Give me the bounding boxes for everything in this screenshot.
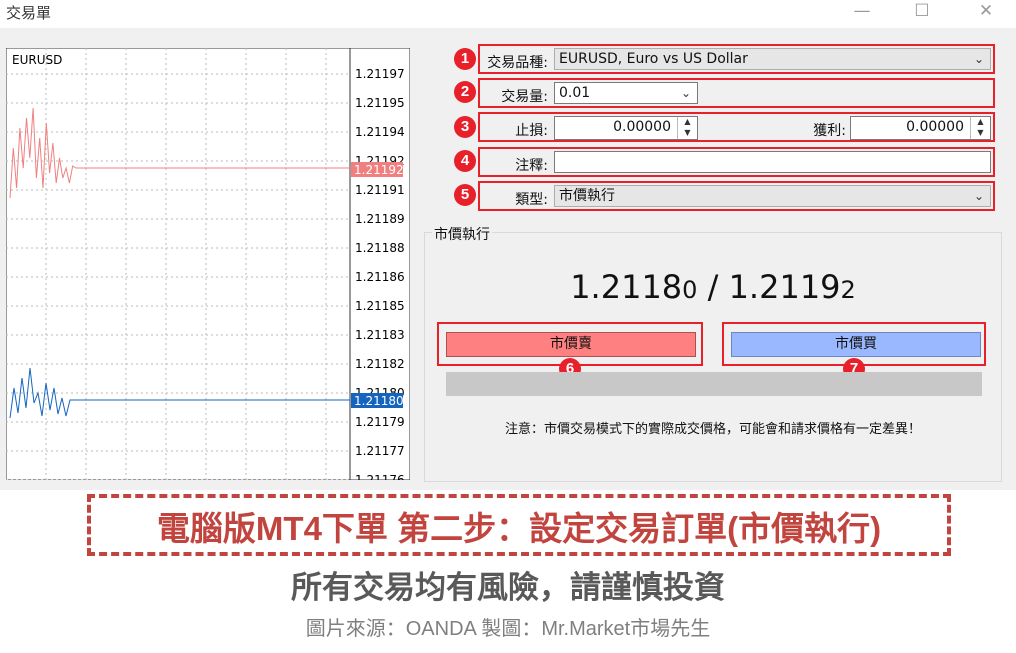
price-tick-label: 1.21186 — [355, 270, 405, 284]
price-tick-label: 1.21176 — [355, 473, 405, 480]
stop-loss-value: 0.00000 — [613, 119, 671, 135]
price-axis: 1.21197 1.21195 1.21194 1.21192 1.21191 1.211… — [355, 67, 405, 480]
price-tick-label: 1.21185 — [355, 299, 405, 313]
ask-quote-main: 1.2119 — [728, 268, 841, 306]
caption-title: 電腦版MT4下單 第二步：設定交易訂單(市價執行) — [156, 510, 882, 547]
maximize-button[interactable]: ☐ — [902, 0, 942, 24]
market-sell-button[interactable]: 市價賣 — [446, 332, 696, 357]
market-buy-button[interactable]: 市價買 — [731, 332, 981, 357]
order-window: 交易單 — ☐ ✕ EURUSD 1.21197 1.21195 1.21194 1.… — [0, 0, 1016, 490]
price-tick-label: 1.21182 — [355, 357, 405, 371]
ask-price-label: 1.21192 — [354, 163, 404, 177]
volume-combobox[interactable]: 0.01 ⌄ — [554, 82, 698, 104]
execution-note: 注意：市價交易模式下的實際成交價格，可能會和請求價格有一定差異！ — [504, 422, 921, 437]
take-profit-value: 0.00000 — [906, 119, 964, 135]
quote-display: 1.21180 / 1.21192 — [424, 268, 1002, 306]
step-badge-2: 2 — [454, 81, 476, 103]
stepper-down-icon[interactable]: ▼ — [971, 128, 990, 139]
chart-symbol: EURUSD — [12, 53, 62, 67]
price-tick-label: 1.21177 — [355, 444, 405, 458]
step-badge-4: 4 — [454, 150, 476, 172]
quote-separator: / — [697, 268, 729, 306]
stop-loss-label: 止損: — [515, 123, 548, 139]
symbol-select[interactable]: EURUSD, Euro vs US Dollar ⌄ — [554, 48, 991, 70]
price-tick-label: 1.21194 — [355, 125, 405, 139]
bid-price-label: 1.21180 — [354, 394, 404, 408]
comment-label: 注釋: — [515, 158, 548, 174]
progress-bar — [446, 372, 982, 396]
volume-value: 0.01 — [559, 85, 591, 101]
step-badge-5: 5 — [454, 184, 476, 206]
price-tick-label: 1.21197 — [355, 67, 405, 81]
take-profit-stepper[interactable]: ▲ ▼ — [970, 117, 990, 139]
bid-quote-main: 1.2118 — [570, 268, 683, 306]
type-value: 市價執行 — [559, 188, 615, 204]
title-bar: 交易單 — ☐ ✕ — [0, 0, 1016, 26]
chevron-down-icon: ⌄ — [680, 86, 691, 100]
chevron-down-icon: ⌄ — [973, 189, 984, 203]
window-title: 交易單 — [6, 4, 52, 22]
take-profit-input[interactable]: 0.00000 ▲ ▼ — [850, 116, 991, 140]
price-tick-label: 1.21188 — [355, 241, 405, 255]
comment-input[interactable] — [554, 151, 991, 173]
ask-quote-pip: 2 — [840, 276, 856, 304]
step-badge-3: 3 — [454, 116, 476, 138]
caption-subtitle: 所有交易均有風險，請謹慎投資 — [291, 570, 725, 605]
chevron-down-icon: ⌄ — [973, 52, 984, 66]
price-tick-label: 1.21183 — [355, 328, 405, 342]
symbol-value: EURUSD, Euro vs US Dollar — [559, 51, 748, 67]
price-tick-label: 1.21191 — [355, 183, 405, 197]
stepper-up-icon[interactable]: ▲ — [678, 117, 697, 128]
bid-quote-pip: 0 — [682, 276, 698, 304]
minimize-button[interactable]: — — [842, 0, 882, 24]
stop-loss-input[interactable]: 0.00000 ▲ ▼ — [554, 116, 698, 140]
stepper-up-icon[interactable]: ▲ — [971, 117, 990, 128]
type-label: 類型: — [515, 192, 548, 208]
caption-source: 圖片來源：OANDA 製圖：Mr.Market市場先生 — [305, 618, 711, 640]
step-badge-1: 1 — [454, 48, 476, 70]
tick-chart: EURUSD 1.211971.211951.211941.211921.211… — [6, 48, 410, 480]
close-button[interactable]: ✕ — [966, 0, 1006, 24]
type-select[interactable]: 市價執行 ⌄ — [554, 185, 991, 207]
stop-loss-stepper[interactable]: ▲ ▼ — [677, 117, 697, 139]
price-tick-label: 1.21179 — [355, 415, 405, 429]
symbol-label: 交易品種: — [487, 55, 548, 71]
take-profit-label: 獲利: — [813, 123, 846, 139]
stepper-down-icon[interactable]: ▼ — [678, 128, 697, 139]
group-title: 市價執行 — [432, 224, 492, 244]
price-tick-label: 1.21189 — [355, 212, 405, 226]
price-tick-label: 1.21195 — [355, 96, 405, 110]
volume-label: 交易量: — [501, 89, 548, 105]
